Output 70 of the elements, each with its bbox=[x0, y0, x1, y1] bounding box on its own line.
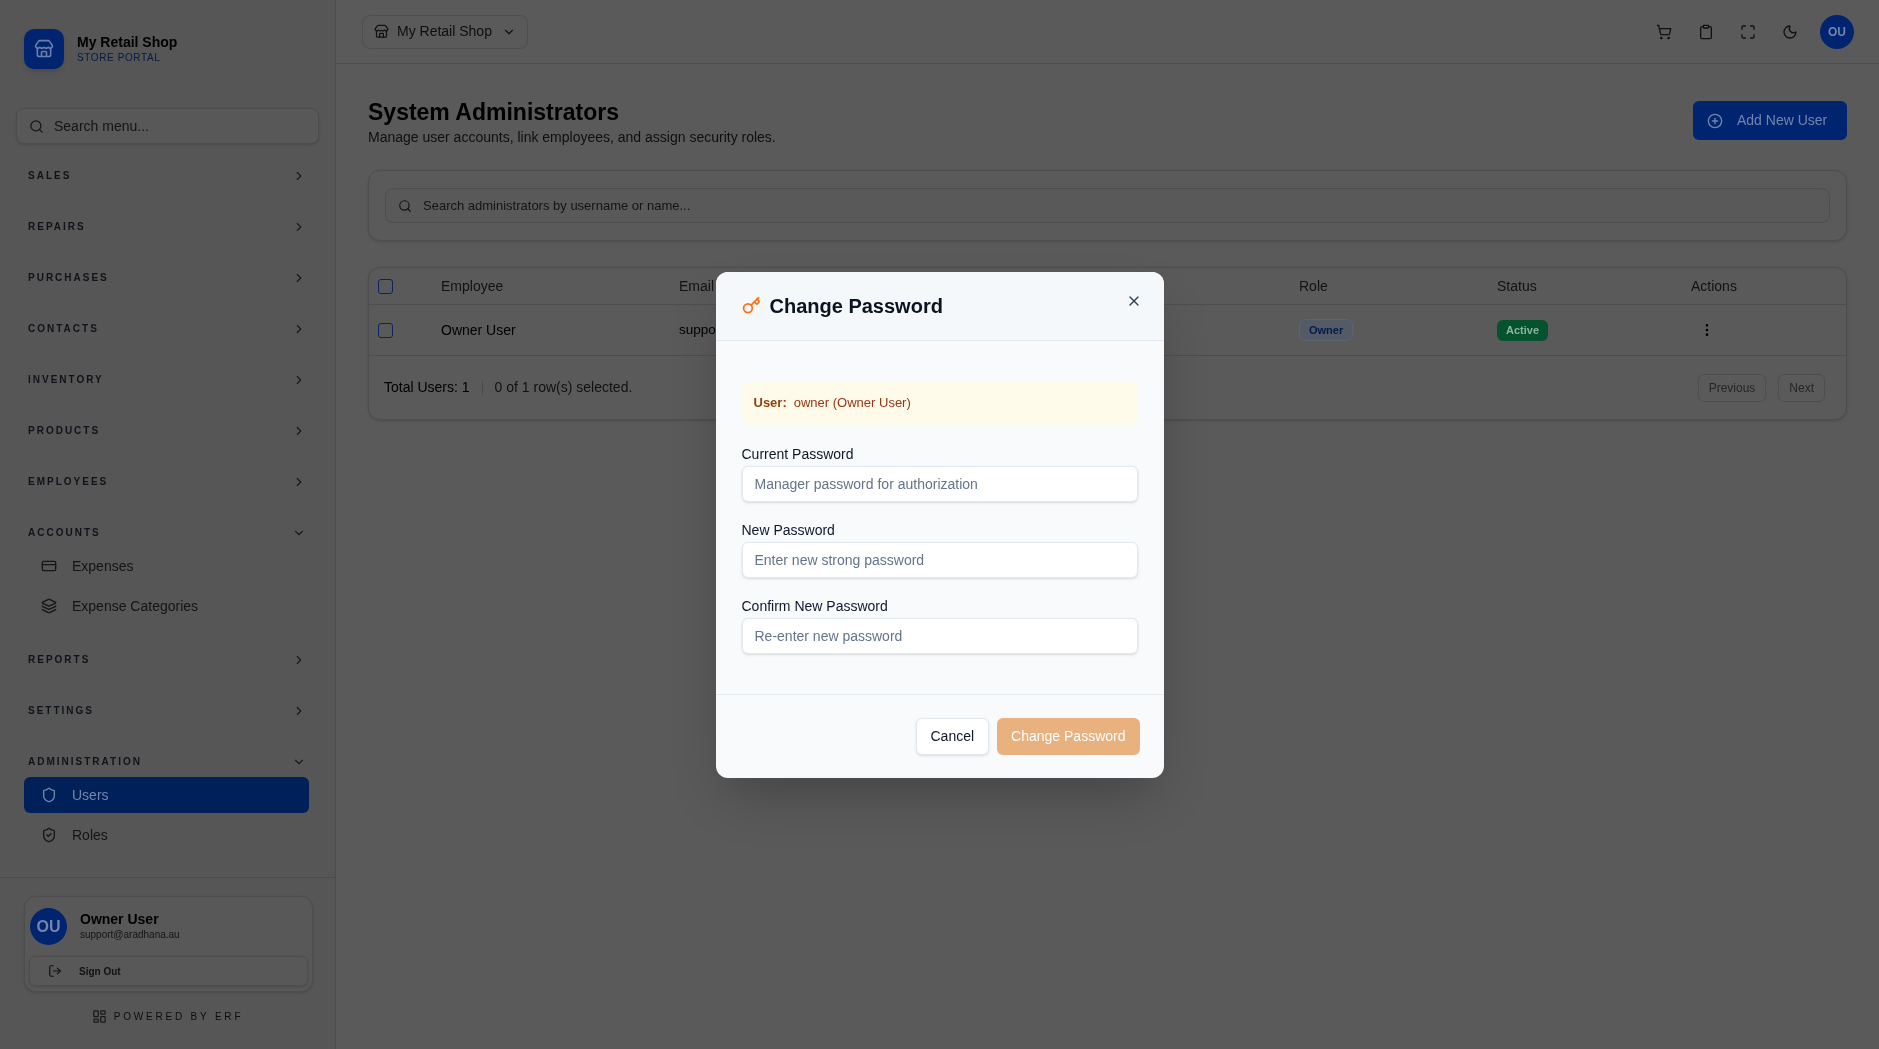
nav-section-label[interactable]: ADMINISTRATION bbox=[28, 754, 142, 769]
user-name: Owner User bbox=[80, 911, 160, 928]
column-header: Actions bbox=[1691, 276, 1737, 296]
nav-section-label[interactable]: EMPLOYEES bbox=[28, 474, 109, 489]
nav-section-label[interactable]: PRODUCTS bbox=[28, 423, 101, 438]
user-avatar: OU bbox=[30, 908, 67, 945]
search-input[interactable]: Search administrators by username or name... bbox=[423, 191, 1829, 220]
field-label: Confirm New Password bbox=[741, 597, 889, 614]
add-user-button[interactable]: Add New User bbox=[1693, 101, 1847, 140]
nav-section-label[interactable]: REPORTS bbox=[28, 652, 91, 667]
admin-search-bar[interactable]: Search administrators by username or name... bbox=[385, 188, 1830, 223]
search-icon bbox=[29, 118, 44, 134]
credit-card-icon bbox=[41, 558, 57, 574]
column-header: Email bbox=[679, 276, 714, 296]
checkbox[interactable] bbox=[378, 322, 393, 338]
field-label: Current Password bbox=[741, 445, 855, 462]
nav-section-label[interactable]: PURCHASES bbox=[28, 270, 109, 285]
grid-logo-icon bbox=[91, 1009, 107, 1024]
layers-icon bbox=[41, 598, 57, 614]
user-email: support@aradhana.au bbox=[80, 928, 180, 942]
shield-check-icon bbox=[41, 827, 57, 843]
page-title: System Administrators bbox=[368, 99, 620, 125]
user-value: owner (Owner User) bbox=[793, 394, 911, 413]
brand-subtitle: STORE PORTAL bbox=[77, 51, 162, 65]
selection-count-text: 0 of 1 row(s) selected. bbox=[494, 378, 633, 397]
nav-item[interactable]: Users bbox=[24, 777, 309, 813]
employee-name: Owner User bbox=[441, 320, 516, 340]
column-header: Employee bbox=[441, 276, 504, 296]
brand-title: My Retail Shop bbox=[77, 33, 178, 51]
email-text: suppo bbox=[679, 320, 716, 339]
nav-item[interactable]: Expense Categories bbox=[24, 588, 309, 624]
total-users-text: Total Users: 1 bbox=[384, 378, 470, 397]
checkbox[interactable] bbox=[378, 278, 393, 294]
page-subtitle: Manage user accounts, link employees, and assign security roles. bbox=[368, 128, 776, 147]
store-icon bbox=[374, 24, 389, 39]
clipboard-icon[interactable] bbox=[1698, 23, 1714, 40]
sign-out-button[interactable]: Sign Out bbox=[29, 956, 308, 986]
column-header: Status bbox=[1497, 276, 1537, 296]
password-field[interactable]: Manager password for authorization bbox=[741, 465, 1138, 502]
cart-icon[interactable] bbox=[1656, 23, 1672, 40]
nav-section-label[interactable]: ACCOUNTS bbox=[28, 525, 101, 540]
nav-item[interactable]: Expenses bbox=[24, 548, 309, 584]
nav-item[interactable]: Roles bbox=[24, 817, 309, 853]
password-field[interactable]: Enter new strong password bbox=[741, 541, 1138, 578]
user-avatar[interactable]: OU bbox=[1820, 14, 1854, 49]
password-field[interactable]: Re-enter new password bbox=[741, 617, 1138, 654]
plus-circle-icon bbox=[1707, 112, 1723, 129]
dialog-title: Change Password bbox=[769, 293, 943, 318]
search-icon bbox=[398, 198, 412, 213]
column-header: Role bbox=[1299, 276, 1328, 296]
cancel-button[interactable]: Cancel bbox=[915, 717, 990, 755]
moon-icon[interactable] bbox=[1782, 23, 1798, 40]
shield-icon bbox=[41, 787, 57, 803]
key-icon bbox=[741, 296, 761, 315]
menu-search-bar[interactable]: Search menu... bbox=[16, 108, 319, 144]
role-badge: Owner bbox=[1299, 319, 1354, 341]
nav-section-label[interactable]: SALES bbox=[28, 168, 72, 183]
field-label: New Password bbox=[741, 521, 836, 538]
nav-section-label[interactable]: SETTINGS bbox=[28, 703, 94, 718]
user-label: User: bbox=[753, 394, 787, 413]
nav-section-label[interactable]: CONTACTS bbox=[28, 321, 99, 336]
shop-selector[interactable]: My Retail Shop bbox=[362, 14, 528, 49]
fullscreen-icon[interactable] bbox=[1740, 23, 1756, 40]
store-logo-icon bbox=[24, 29, 64, 69]
nav-section-label[interactable]: INVENTORY bbox=[28, 372, 104, 387]
powered-by-text: POWERED BY ERF bbox=[113, 1010, 244, 1024]
nav-section-label[interactable]: REPAIRS bbox=[28, 219, 86, 234]
sign-out-icon bbox=[48, 964, 62, 978]
search-input[interactable]: Search menu... bbox=[54, 111, 318, 141]
status-badge: Active bbox=[1497, 319, 1549, 341]
